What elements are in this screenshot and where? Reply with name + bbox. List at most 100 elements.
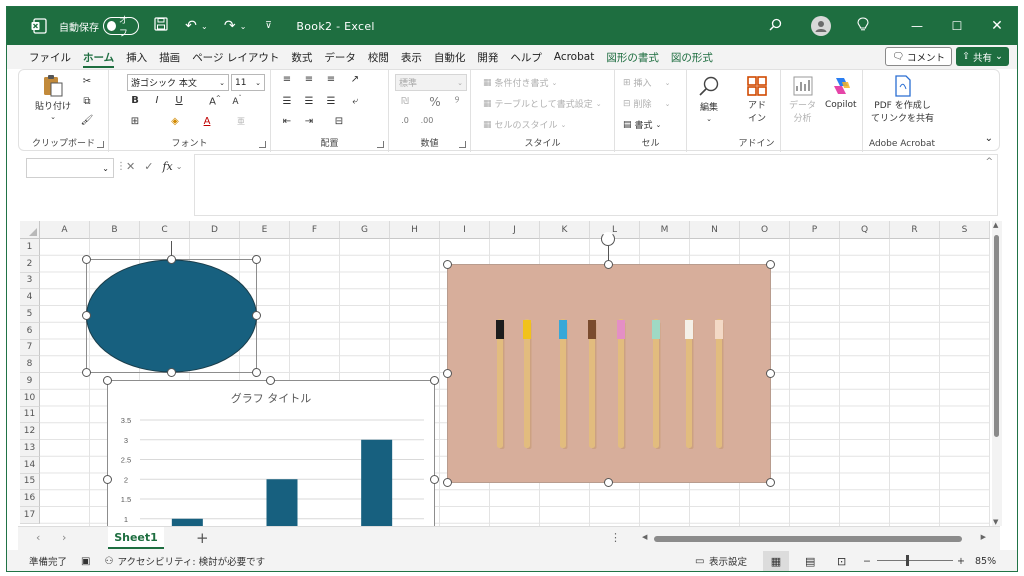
tab-developer[interactable]: 開発 (471, 45, 504, 69)
column-header-a[interactable]: A (40, 221, 90, 239)
zoom-level[interactable]: 85% (975, 556, 996, 567)
prev-sheet-icon[interactable]: ‹ (36, 531, 40, 544)
column-header-k[interactable]: K (540, 221, 590, 239)
enter-formula-icon[interactable]: ✓ (144, 160, 153, 173)
create-pdf-button[interactable]: PDF を作成し てリンクを共有 (871, 74, 934, 124)
oval-shape[interactable] (86, 259, 257, 373)
tab-split-icon[interactable]: ⋮ (610, 531, 621, 544)
resize-handle[interactable] (252, 311, 261, 320)
scroll-left-icon[interactable]: ◀ (642, 533, 647, 541)
row-header-14[interactable]: 14 (20, 456, 40, 474)
column-header-b[interactable]: B (90, 221, 140, 239)
vertical-scrollbar[interactable]: ▲ ▼ (992, 221, 1002, 526)
more-options-icon[interactable]: ⋮ (116, 161, 126, 172)
merge-center-icon[interactable]: ⊟ (331, 116, 347, 127)
save-icon[interactable] (153, 17, 169, 35)
align-center-icon[interactable]: ☰ (301, 96, 317, 107)
insert-function-icon[interactable]: fx (162, 160, 172, 173)
customize-qat-icon[interactable]: ⊽ (260, 21, 276, 31)
align-middle-icon[interactable]: ≡ (301, 74, 317, 85)
zoom-out-icon[interactable]: − (863, 556, 871, 567)
macro-record-icon[interactable]: ▣ (81, 556, 90, 567)
resize-handle[interactable] (82, 368, 91, 377)
format-cells-button[interactable]: ▤ 書式 ⌄ (623, 118, 661, 132)
collapse-formula-icon[interactable]: ^ (985, 157, 993, 167)
tab-insert[interactable]: 挿入 (120, 45, 153, 69)
zoom-in-icon[interactable]: + (957, 556, 965, 567)
horizontal-scrollbar[interactable]: ◀ ▶ (642, 533, 986, 543)
tab-file[interactable]: ファイル (23, 45, 77, 69)
font-size-select[interactable]: 11 ⌄ (231, 74, 265, 91)
column-header-o[interactable]: O (740, 221, 790, 239)
row-header-17[interactable]: 17 (20, 507, 40, 524)
row-header-5[interactable]: 5 (20, 306, 40, 323)
tab-home[interactable]: ホーム (77, 45, 120, 69)
row-header-4[interactable]: 4 (20, 289, 40, 306)
resize-handle[interactable] (604, 478, 613, 487)
format-as-table-button[interactable]: ▦ テーブルとして書式設定 ⌄ (483, 97, 602, 111)
orientation-icon[interactable]: ↗ (347, 74, 363, 85)
resize-handle[interactable] (103, 376, 112, 385)
horizontal-scroll-thumb[interactable] (654, 536, 962, 542)
tab-view[interactable]: 表示 (395, 45, 428, 69)
tab-picture-format[interactable]: 図の形式 (665, 45, 719, 69)
bold-icon[interactable]: B (127, 95, 143, 106)
resize-handle[interactable] (766, 369, 775, 378)
resize-handle[interactable] (766, 478, 775, 487)
align-left-icon[interactable]: ☰ (279, 96, 295, 107)
addins-button[interactable]: アド イン (745, 74, 769, 124)
resize-handle[interactable] (430, 475, 439, 484)
number-launcher[interactable] (459, 141, 466, 148)
row-header-10[interactable]: 10 (20, 389, 40, 407)
resize-handle[interactable] (443, 260, 452, 269)
tab-shape-format[interactable]: 図形の書式 (600, 45, 665, 69)
resize-handle[interactable] (766, 260, 775, 269)
tab-data[interactable]: データ (318, 45, 362, 69)
clipboard-launcher[interactable] (97, 141, 104, 148)
minimize-button[interactable]: — (897, 19, 937, 33)
editing-button[interactable]: 編集 ⌄ (697, 74, 721, 123)
row-header-2[interactable]: 2 (20, 255, 40, 273)
toothbrush-picture[interactable] (447, 264, 771, 483)
format-painter-icon[interactable]: 🖌 (79, 115, 95, 126)
column-header-c[interactable]: C (140, 221, 190, 239)
decrease-decimal-icon[interactable]: .00 (419, 116, 435, 125)
italic-icon[interactable]: I (149, 95, 165, 106)
scroll-down-icon[interactable]: ▼ (993, 518, 998, 526)
chart-plot[interactable]: 3.5 3 2.5 2 1.5 1 (108, 381, 434, 539)
resize-handle[interactable] (167, 255, 176, 264)
accessibility-status[interactable]: アクセシビリティ: 検討が必要です (117, 554, 265, 568)
increase-font-icon[interactable]: A^ (207, 95, 223, 107)
row-header-6[interactable]: 6 (20, 322, 40, 340)
vertical-scroll-thumb[interactable] (994, 235, 999, 437)
column-header-n[interactable]: N (690, 221, 740, 239)
toothbrush-photo[interactable] (447, 264, 771, 483)
page-layout-view-icon[interactable]: ▤ (805, 555, 815, 568)
column-header-g[interactable]: G (340, 221, 390, 239)
row-header-1[interactable]: 1 (20, 239, 40, 256)
align-right-icon[interactable]: ☰ (323, 96, 339, 107)
column-header-e[interactable]: E (240, 221, 290, 239)
conditional-formatting-button[interactable]: ▦ 条件付き書式 ⌄ (483, 76, 557, 90)
cancel-formula-icon[interactable]: ✕ (126, 160, 135, 173)
scroll-up-icon[interactable]: ▲ (993, 221, 998, 229)
resize-handle[interactable] (604, 260, 613, 269)
share-button[interactable]: ⇪ 共有 ⌄ (956, 47, 1009, 66)
name-box[interactable]: ⌄ (26, 158, 114, 178)
number-format-select[interactable]: 標準 ⌄ (395, 74, 467, 91)
cut-icon[interactable]: ✂ (79, 76, 95, 87)
select-all-button[interactable] (20, 221, 40, 239)
font-color-icon[interactable]: A (199, 116, 215, 127)
column-header-r[interactable]: R (890, 221, 940, 239)
row-header-7[interactable]: 7 (20, 339, 40, 357)
row-header-9[interactable]: 9 (20, 373, 40, 390)
borders-icon[interactable]: ⊞ (127, 116, 143, 127)
collapse-ribbon-icon[interactable]: ⌄ (985, 133, 993, 144)
oval-ellipse[interactable] (86, 259, 257, 373)
column-header-l[interactable]: L (590, 221, 640, 239)
resize-handle[interactable] (252, 368, 261, 377)
rotate-handle-icon[interactable] (601, 232, 615, 246)
decrease-indent-icon[interactable]: ⇤ (279, 116, 295, 127)
accessibility-icon[interactable]: ⚇ (104, 556, 113, 567)
resize-handle[interactable] (430, 376, 439, 385)
